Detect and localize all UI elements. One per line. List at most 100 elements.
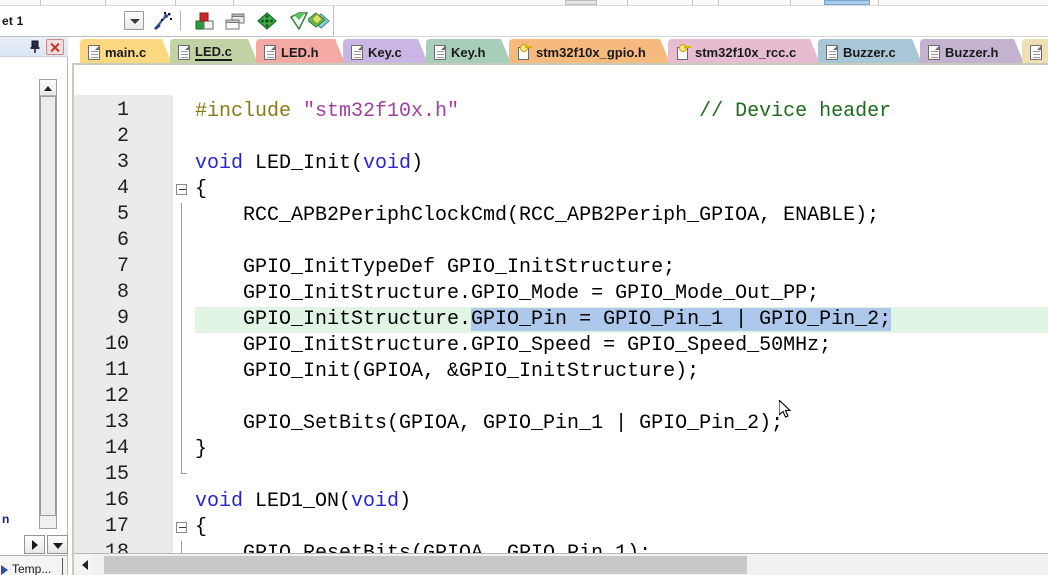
magic-wand-icon[interactable] [152,11,174,32]
close-icon[interactable] [46,39,64,55]
code-line[interactable] [195,463,1048,489]
code-line[interactable]: { [195,177,1048,203]
code-line[interactable]: void LED1_ON(void) [195,489,1048,515]
selected-code-text: GPIO_Pin = GPIO_Pin_1 | GPIO_Pin_2; [471,308,892,331]
project-panel-caption [0,37,68,57]
key-document-icon [676,45,690,60]
tab-list-dropdown-button[interactable] [47,535,68,554]
code-token: ) [411,152,424,175]
code-token: GPIO_Init(GPIOA, &GPIO_InitStructure); [195,360,700,383]
code-line[interactable] [195,125,1048,151]
code-token: GPIO_InitStructure.GPIO_Mode = GPIO_Mode… [195,282,820,305]
code-token: void [195,152,244,175]
document-tab-label: Buzzer.h [945,45,999,60]
scroll-thumb[interactable] [40,96,56,516]
uvision-editor-window: et 1 n Temp... main.c LED.c LED.h Key.c … [0,0,1048,575]
document-tab-label: stm32f10x_rcc.c [695,45,797,60]
document-tab-Buzzer-h[interactable]: Buzzer.h [920,39,1025,66]
document-tab-Key-c[interactable]: Key.c [343,39,429,66]
code-line[interactable]: GPIO_InitTypeDef GPIO_InitStructure; [195,255,1048,281]
scroll-up-arrow-icon[interactable] [40,80,56,96]
code-line[interactable]: GPIO_Init(GPIOA, &GPIO_InitStructure); [195,359,1048,385]
code-token: GPIO_InitStructure.GPIO_Speed = GPIO_Spe… [195,334,832,357]
green-diamond-outline-icon[interactable] [288,11,310,32]
document-tab-label: LED.h [281,45,319,60]
code-token: void [351,490,400,513]
code-line[interactable] [195,229,1048,255]
code-line[interactable]: GPIO_InitStructure.GPIO_Speed = GPIO_Spe… [195,333,1048,359]
code-token: } [195,438,208,461]
scroll-right-button[interactable] [24,535,45,554]
panel-tab-templates[interactable]: Temp... [12,562,51,575]
code-line[interactable]: GPIO_InitStructure.GPIO_Pin = GPIO_Pin_1… [195,307,1048,333]
document-tab-LED-h[interactable]: LED.h [256,39,346,66]
code-token: void [195,490,244,513]
stacked-diamonds-icon[interactable] [306,11,330,32]
code-token: #include [195,100,304,123]
code-token: GPIO_InitStructure. [195,308,472,331]
editor-region: main.c LED.c LED.h Key.c Key.h stm32f10x_gpio… [68,37,1048,575]
code-line[interactable]: GPIO_InitStructure.GPIO_Mode = GPIO_Mode… [195,281,1048,307]
tabstrip-divider [62,558,63,575]
document-tab-label: main.c [105,45,147,60]
document-icon [264,45,276,60]
document-tab-stm32f10x_rcc-c[interactable]: stm32f10x_rcc.c [668,39,821,66]
panel-tabstrip: Temp... [0,555,68,575]
code-token: // Device header [699,100,892,123]
chevron-left-icon[interactable] [75,555,93,574]
document-icon [826,45,838,60]
pin-icon[interactable] [27,39,43,55]
document-icon [88,45,100,60]
code-line[interactable] [195,385,1048,411]
code-token: void [363,152,412,175]
code-token: { [195,516,208,539]
project-panel-vscrollbar[interactable] [39,79,57,529]
code-token: { [195,178,208,201]
code-line[interactable]: } [195,437,1048,463]
document-tab-label: LED.c [195,44,232,59]
chevron-down-icon[interactable] [124,11,144,30]
hscroll-thumb[interactable] [103,556,747,574]
document-tab-Buzzer-c[interactable]: Buzzer.c [818,39,923,66]
code-line[interactable]: { [195,515,1048,541]
document-icon [434,45,446,60]
components-icon[interactable] [194,11,216,32]
document-tab-label: Key.c [368,45,402,60]
document-icon [178,45,190,60]
code-line[interactable]: void LED_Init(void) [195,151,1048,177]
project-panel-body: n [0,57,68,555]
code-line[interactable]: GPIO_SetBits(GPIOA, GPIO_Pin_1 | GPIO_Pi… [195,411,1048,437]
document-tab-Key-h[interactable]: Key.h [426,39,512,66]
document-tab-label: Buzzer.c [843,45,896,60]
project-panel: n Temp... [0,37,68,575]
document-tab-stm32f10x_gpio-h[interactable]: stm32f10x_gpio.h [509,39,671,66]
code-editor[interactable]: 123456789101112131415161718 #include "st… [74,95,1048,575]
document-icon [1030,45,1042,60]
document-tab-LED-c[interactable]: LED.c [170,39,259,66]
document-tab-main-c[interactable]: main.c [80,39,173,66]
code-line[interactable]: RCC_APB2PeriphClockCmd(RCC_APB2Periph_GP… [195,203,1048,229]
code-token: GPIO_InitTypeDef GPIO_InitStructure; [195,256,676,279]
document-tab-more[interactable] [1022,39,1048,66]
project-tree-partial-text: n [2,512,10,526]
code-token: "stm32f10x.h" [303,100,460,123]
code-token: GPIO_SetBits(GPIOA, GPIO_Pin_1 | GPIO_Pi… [195,412,784,435]
code-token: LED1_ON( [243,490,352,513]
windows-icon[interactable] [224,11,246,32]
document-icon [351,45,363,60]
document-tab-label: Key.h [451,45,486,60]
tab-scroll-caret-icon[interactable] [1,565,8,575]
target-name-label: et 1 [2,14,24,28]
code-token: LED_Init( [243,152,364,175]
code-token: ) [399,490,412,513]
key-document-icon [517,45,531,60]
horizontal-scrollbar[interactable] [74,553,1048,575]
code-line[interactable]: #include "stm32f10x.h" // Device header [195,99,1048,125]
green-diamond-icon[interactable] [256,11,278,32]
code-text-lines[interactable]: #include "stm32f10x.h" // Device header v… [74,95,1048,575]
document-tab-label: stm32f10x_gpio.h [536,45,646,60]
code-token: RCC_APB2PeriphClockCmd(RCC_APB2Periph_GP… [195,204,880,227]
editor-frame: 123456789101112131415161718 #include "st… [72,63,1048,575]
target-toolbar: et 1 [0,6,1048,37]
